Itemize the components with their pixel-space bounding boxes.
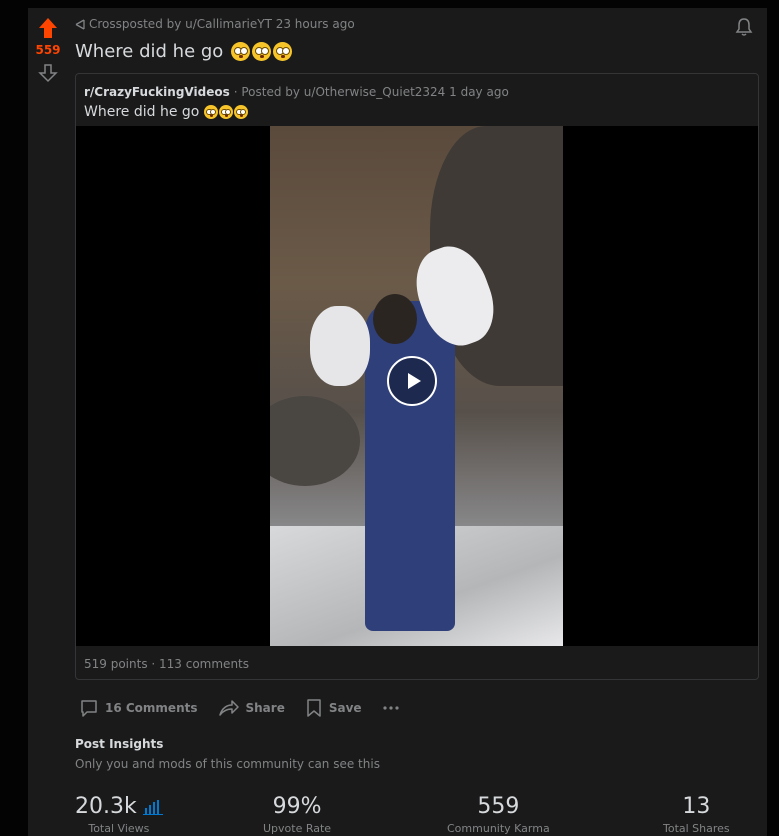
flushed-face-emoji-icon: [204, 105, 219, 119]
insights-subtitle: Only you and mods of this community can …: [75, 757, 380, 771]
notification-bell-button[interactable]: [734, 17, 754, 41]
flushed-face-emoji-icon: [273, 42, 293, 61]
stat-total-views: 20.3k Total Views: [75, 794, 163, 835]
crosspost-info: Crossposted by u/CallimarieYT 23 hours a…: [75, 17, 355, 31]
play-button[interactable]: [387, 356, 437, 406]
upvote-arrow-icon: [39, 18, 57, 38]
stat-total-shares: 13 Total Shares: [663, 794, 730, 835]
embed-posted-by[interactable]: · Posted by u/Otherwise_Quiet2324 1 day …: [234, 85, 509, 99]
embed-subreddit-link[interactable]: r/CrazyFuckingVideos: [84, 85, 230, 99]
upvote-button[interactable]: [38, 17, 58, 39]
stat-value: 20.3k: [75, 794, 137, 819]
stat-value: 559: [477, 794, 520, 819]
post-actions-bar: 16 Comments Share Save: [79, 692, 420, 724]
stat-label: Community Karma: [447, 822, 550, 835]
embed-header: r/CrazyFuckingVideos · Posted by u/Other…: [84, 85, 509, 99]
stat-upvote-rate: 99% Upvote Rate: [263, 794, 331, 835]
stat-label: Total Views: [88, 822, 150, 835]
flushed-face-emoji-icon: [219, 105, 234, 119]
embed-title[interactable]: Where did he go: [84, 104, 249, 120]
comment-icon: [81, 700, 97, 717]
bookmark-icon: [307, 699, 321, 717]
flushed-face-emoji-icon: [231, 42, 251, 61]
downvote-arrow-icon: [38, 64, 58, 83]
crosspost-embed[interactable]: r/CrazyFuckingVideos · Posted by u/Other…: [75, 73, 759, 680]
insights-stats: 20.3k Total Views 99% Upvote Rate 559 Co…: [75, 794, 759, 835]
share-button[interactable]: Share: [218, 692, 293, 724]
insights-heading: Post Insights: [75, 737, 164, 751]
stat-value: 99%: [272, 794, 322, 819]
post-score: 559: [35, 43, 61, 57]
embed-footer[interactable]: 519 points · 113 comments: [84, 657, 249, 671]
more-options-button[interactable]: [382, 692, 408, 724]
downvote-button[interactable]: [38, 63, 58, 83]
flushed-face-emoji-icon: [252, 42, 272, 61]
vote-column: 559: [28, 8, 68, 836]
post-title-text: Where did he go: [75, 41, 224, 62]
post-card: 559 Crossposted by u/CallimarieYT 23 hou…: [28, 8, 767, 836]
crosspost-icon: [75, 18, 85, 30]
play-icon: [407, 373, 421, 389]
share-arrow-icon: [218, 700, 239, 716]
bell-icon: [735, 18, 753, 36]
post-title[interactable]: Where did he go: [75, 41, 293, 62]
save-label: Save: [328, 701, 362, 715]
comments-button[interactable]: 16 Comments: [79, 692, 206, 724]
save-button[interactable]: Save: [305, 692, 370, 724]
share-label: Share: [245, 701, 285, 715]
bar-chart-icon[interactable]: [142, 799, 163, 815]
flushed-face-emoji-icon: [234, 105, 249, 119]
more-dots-icon: [382, 706, 399, 710]
crosspost-label[interactable]: Crossposted by u/CallimarieYT 23 hours a…: [89, 17, 355, 31]
stat-community-karma: 559 Community Karma: [447, 794, 550, 835]
stat-label: Total Shares: [663, 822, 730, 835]
comments-label: 16 Comments: [105, 701, 198, 715]
video-player[interactable]: [76, 126, 758, 646]
embed-title-text: Where did he go: [84, 104, 200, 120]
stat-label: Upvote Rate: [263, 822, 332, 835]
stat-value: 13: [682, 794, 711, 819]
